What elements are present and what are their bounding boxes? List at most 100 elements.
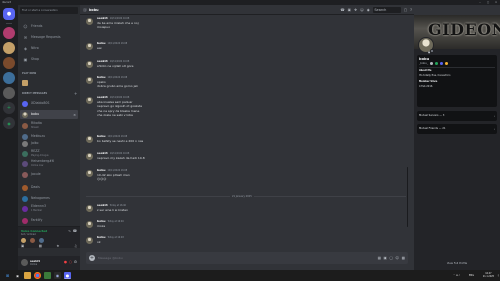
minimize-icon[interactable]: – — [476, 0, 484, 5]
soundboard-icon[interactable]: ♫ — [74, 244, 77, 248]
message-input[interactable]: Message @bobu — [98, 256, 123, 260]
avatar[interactable] — [30, 238, 35, 243]
explore-icon[interactable]: ◉ — [3, 117, 15, 129]
close-dm-icon[interactable]: × — [73, 113, 76, 117]
nav-message-requests[interactable]: ✉ Message Requests — [20, 33, 78, 41]
mutual-servers-row[interactable]: Mutual Servers — 3 › — [417, 111, 497, 121]
dm-item[interactable]: Farklify — [20, 216, 78, 225]
message-author[interactable]: seski4 — [97, 59, 108, 63]
camera-icon[interactable]: ▣ — [21, 244, 24, 248]
disconnect-icon[interactable]: ☎ — [73, 229, 77, 233]
deafen-icon[interactable]: ○ — [69, 260, 72, 264]
video-call-icon[interactable]: ▣ — [348, 8, 351, 12]
server-icon[interactable] — [3, 72, 15, 84]
message-author[interactable]: seski4 — [97, 16, 108, 20]
tray-icons[interactable]: ⌃ ☷ ♪ — [453, 270, 460, 281]
message-author[interactable]: seski4 — [97, 203, 108, 207]
scrollbar-thumb[interactable] — [406, 167, 408, 227]
avatar[interactable] — [21, 238, 26, 243]
message-author[interactable]: bobu — [97, 41, 106, 45]
profile-avatar[interactable] — [418, 37, 434, 53]
server-icon[interactable] — [3, 42, 15, 54]
badge-icon[interactable] — [445, 62, 449, 65]
app-icon[interactable] — [44, 272, 51, 279]
activity-icon[interactable]: ★ — [56, 244, 59, 248]
inbox-icon[interactable]: ▢ — [404, 8, 407, 12]
sticker-icon[interactable]: ▢ — [389, 256, 392, 260]
start-icon[interactable]: ⊞ — [4, 272, 11, 279]
add-dm-icon[interactable]: + — [74, 91, 77, 96]
message-composer[interactable]: + Message @bobu ▦ ▣ ▢ ☺ ▩ — [86, 252, 408, 264]
nav-nitro[interactable]: ◈ Nitro — [20, 44, 78, 52]
maximize-icon[interactable]: □ — [484, 0, 492, 5]
gift-icon[interactable]: ▦ — [378, 256, 381, 260]
task-view-icon[interactable]: ▣ — [14, 272, 21, 279]
notifications-icon[interactable]: ▯ — [498, 270, 499, 281]
attach-plus-icon[interactable]: + — [89, 255, 95, 261]
nav-friends[interactable]: ☺ Friends — [20, 22, 78, 30]
dm-item[interactable]: REZZ Playing Amogus — [20, 149, 78, 158]
apps-icon[interactable]: ▩ — [402, 256, 405, 260]
dm-item[interactable]: Eldennn3 1 Member — [20, 204, 78, 213]
message-author[interactable]: bobu — [97, 168, 106, 172]
app-icon[interactable]: ◉ — [54, 272, 61, 279]
dm-item[interactable]: Rikoita Stream — [20, 121, 78, 130]
language-indicator[interactable]: ENG — [469, 270, 474, 281]
system-clock[interactable]: 16:47 21.1.2025 — [483, 272, 494, 279]
add-note-icon[interactable]: ● — [428, 51, 430, 54]
avatar[interactable] — [86, 204, 93, 212]
avatar[interactable] — [86, 42, 93, 50]
message-author[interactable]: seski4 — [97, 151, 108, 155]
add-friends-icon[interactable]: ☺ — [360, 8, 364, 12]
chat-search-input[interactable]: Search — [372, 7, 401, 13]
dm-item[interactable]: Nekogames — [20, 194, 78, 203]
file-explorer-icon[interactable] — [24, 272, 31, 279]
mutual-friends-row[interactable]: Mutual Friends — 21 › — [417, 124, 497, 134]
badge-icon[interactable] — [435, 62, 439, 65]
help-icon[interactable]: ? — [410, 8, 412, 12]
user-profile-icon[interactable]: ◉ — [367, 8, 370, 12]
avatar[interactable] — [86, 236, 93, 244]
dm-item[interactable]: XDiablo80S — [20, 99, 78, 108]
discord-taskbar-icon[interactable]: ● — [64, 272, 71, 279]
voice-call-icon[interactable]: ☎ — [340, 8, 344, 12]
avatar[interactable] — [39, 238, 44, 243]
screen-share-icon[interactable]: ▩ — [39, 244, 42, 248]
avatar[interactable] — [86, 220, 93, 228]
message-author[interactable]: bobu — [97, 235, 106, 239]
discord-home-icon[interactable]: ● — [3, 8, 15, 20]
avatar[interactable] — [86, 96, 93, 104]
view-full-profile-link[interactable]: View Full Profile — [414, 262, 500, 265]
badge-icon[interactable] — [440, 62, 444, 65]
message-author[interactable]: bobu — [97, 75, 106, 79]
message-author[interactable]: bobu — [97, 134, 106, 138]
activity-card[interactable] — [20, 78, 78, 87]
avatar[interactable] — [21, 259, 28, 266]
dm-item[interactable]: Daxis — [20, 183, 78, 192]
avatar[interactable] — [86, 169, 93, 177]
message-author[interactable]: seski4 — [97, 95, 108, 99]
gif-icon[interactable]: ▣ — [384, 256, 387, 260]
emoji-icon[interactable]: ☺ — [395, 256, 399, 260]
avatar[interactable] — [86, 76, 93, 84]
mute-icon[interactable]: ● — [64, 260, 67, 264]
avatar[interactable] — [86, 60, 93, 68]
badge-icon[interactable] — [430, 62, 434, 65]
dm-item-active[interactable]: bobu × — [20, 110, 78, 119]
avatar[interactable] — [86, 17, 93, 25]
conversation-search-input[interactable]: Find or start a conversation — [20, 7, 78, 14]
server-icon[interactable] — [3, 57, 15, 69]
nav-shop[interactable]: ▣ Shop — [20, 55, 78, 63]
dm-item[interactable]: Jaiko — [20, 139, 78, 148]
avatar[interactable] — [86, 152, 93, 160]
dm-item[interactable]: Heisenberg#6 Online now — [20, 159, 78, 168]
dm-item[interactable]: Jaxule — [20, 170, 78, 179]
message-author[interactable]: bobu — [97, 219, 106, 223]
settings-gear-icon[interactable]: ⚙ — [74, 260, 77, 264]
server-icon[interactable] — [3, 87, 15, 99]
noise-suppression-icon[interactable]: ∿ — [68, 229, 71, 233]
server-icon[interactable] — [3, 27, 15, 39]
chrome-icon[interactable] — [34, 272, 41, 279]
close-icon[interactable]: × — [492, 0, 500, 5]
message-scrollbar[interactable] — [406, 17, 408, 247]
